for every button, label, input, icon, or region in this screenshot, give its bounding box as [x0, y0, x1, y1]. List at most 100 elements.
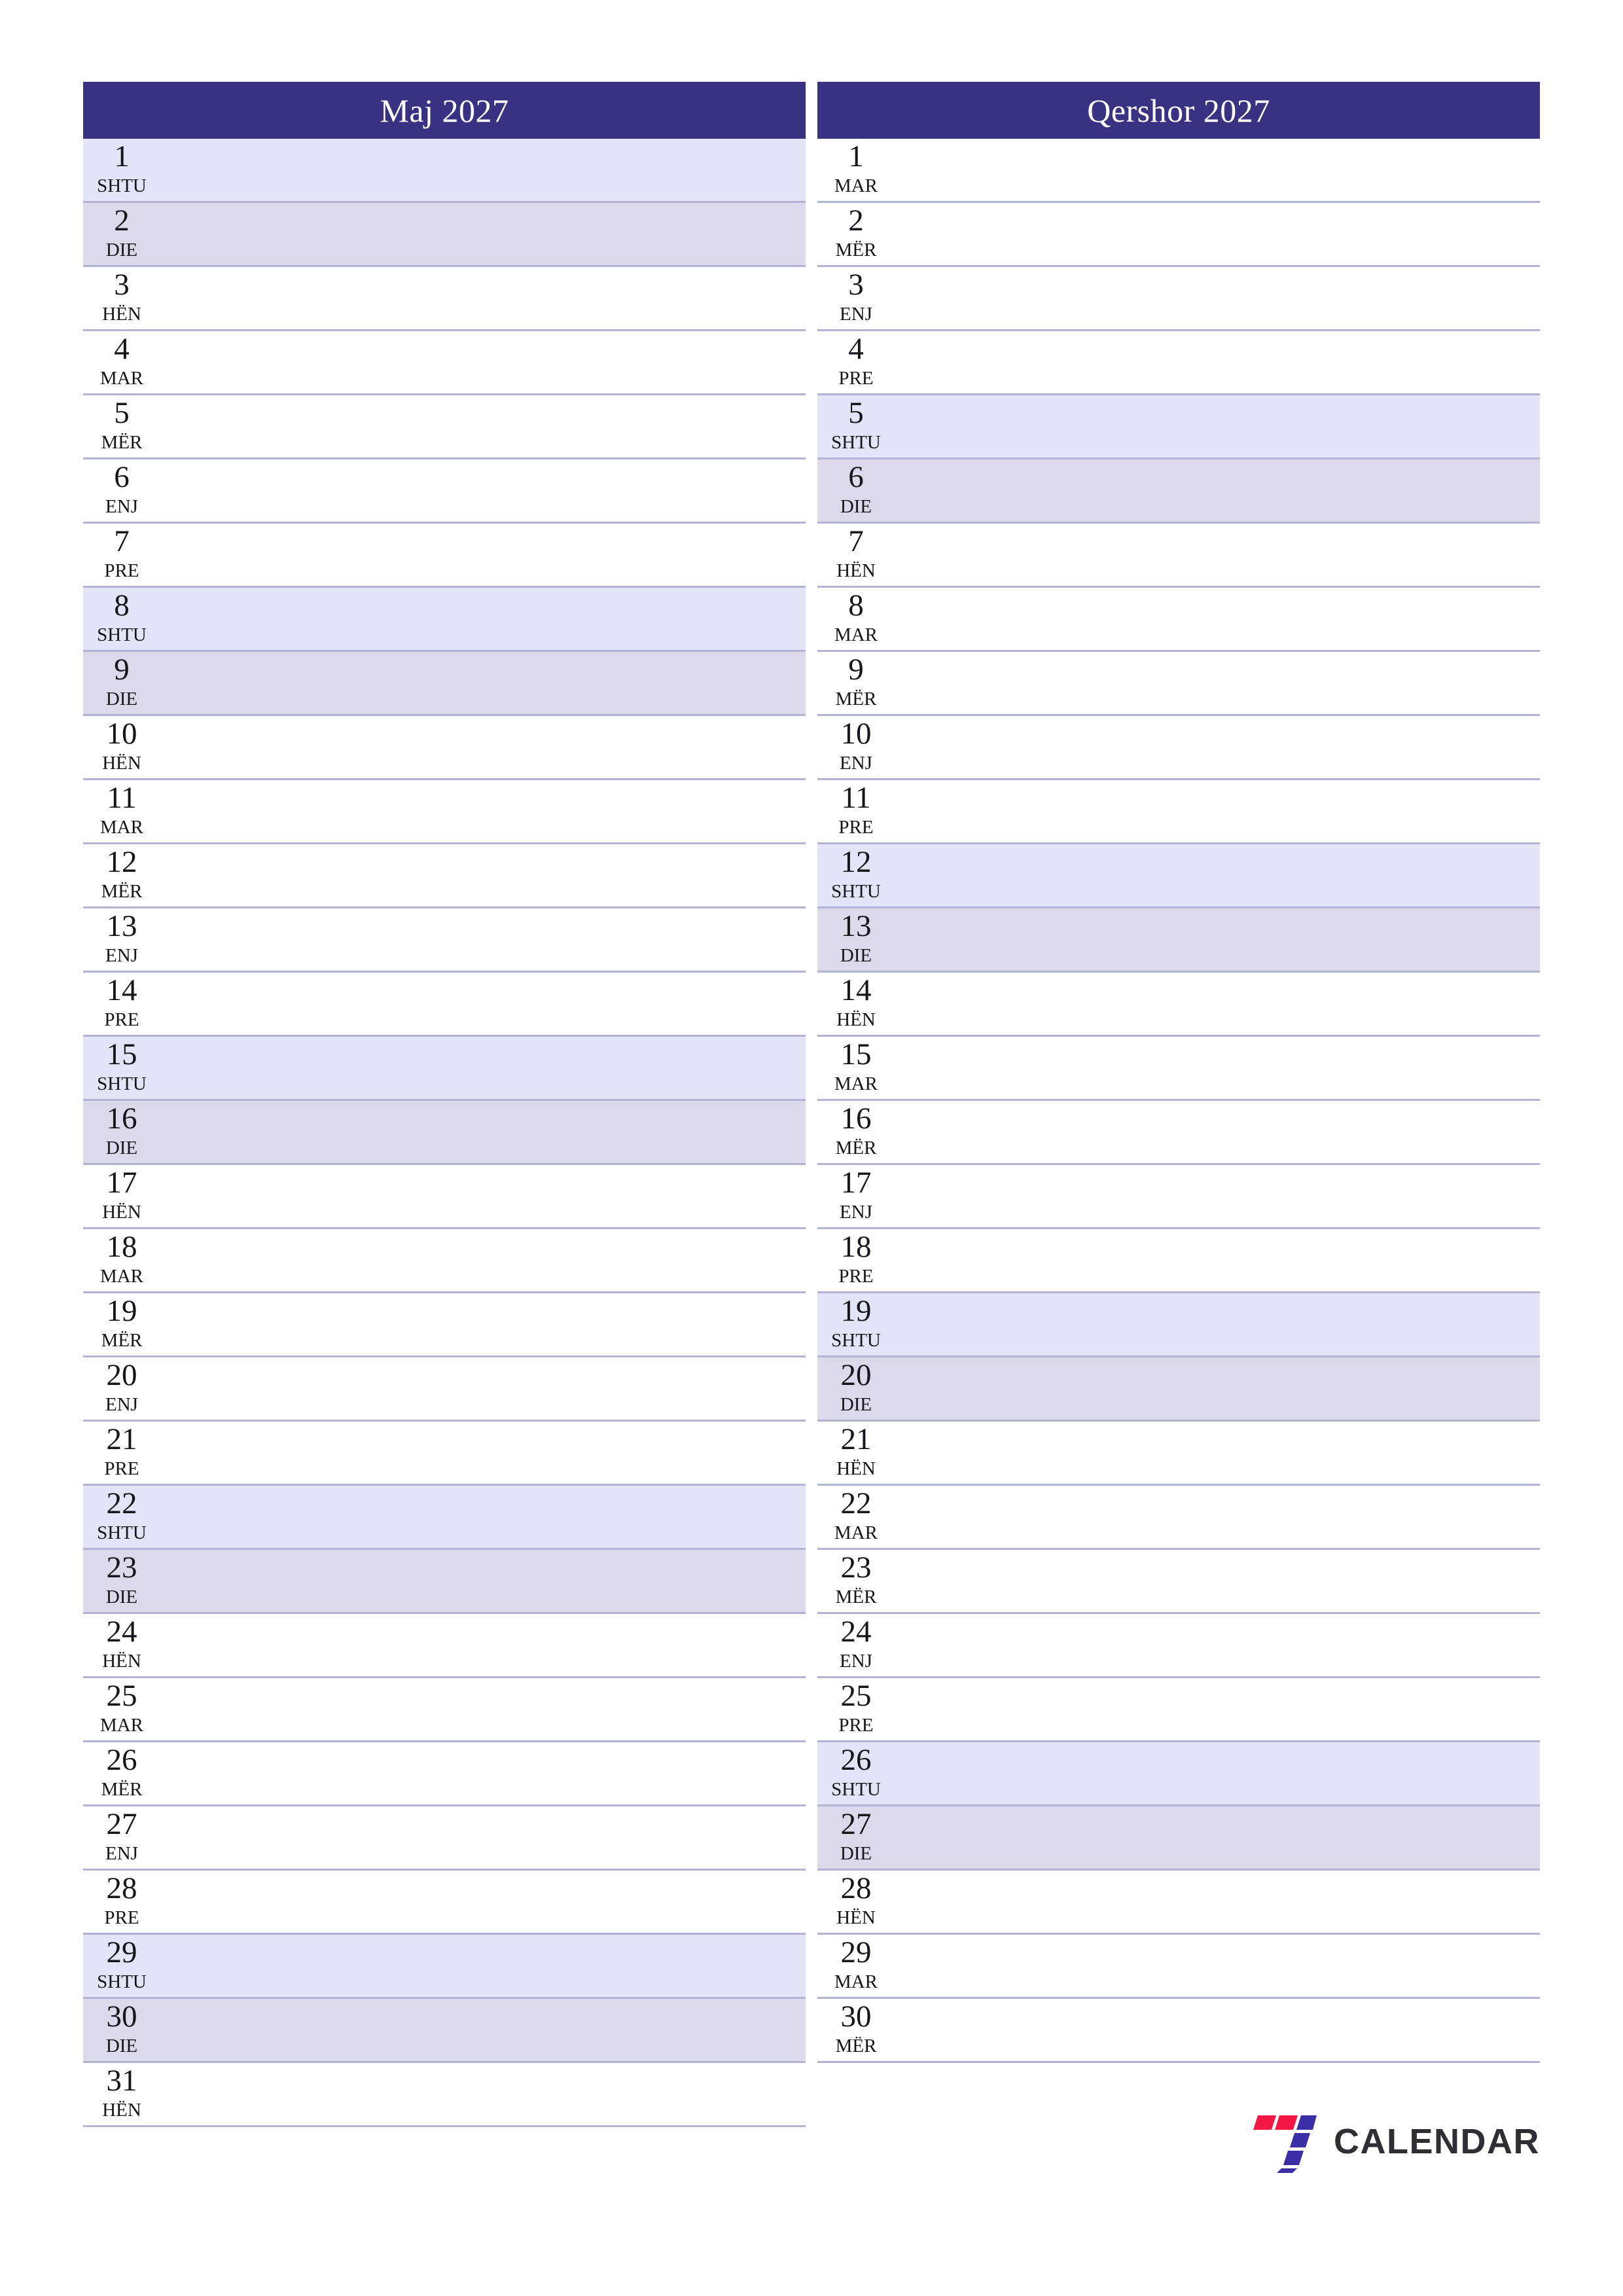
day-row[interactable]: 1 MAR: [817, 139, 1540, 203]
day-row[interactable]: 3 ENJ: [817, 267, 1540, 331]
day-row[interactable]: 20 DIE: [817, 1357, 1540, 1422]
day-weekday: MAR: [99, 817, 144, 838]
day-row[interactable]: 30 DIE: [83, 1999, 806, 2063]
day-weekday: SHTU: [831, 881, 881, 902]
day-list-left: 1 SHTU 2 DIE 3 HËN 4 MAR 5 MËR 6 ENJ 7 PRE 8 SHTU 9 DIE 10…: [83, 139, 806, 2127]
day-row[interactable]: 7 PRE: [83, 524, 806, 588]
day-row[interactable]: 24 HËN: [83, 1614, 806, 1678]
day-weekday: PRE: [104, 560, 139, 581]
day-row[interactable]: 10 HËN: [83, 716, 806, 780]
day-row[interactable]: 2 DIE: [83, 203, 806, 267]
day-row[interactable]: 6 ENJ: [83, 459, 806, 524]
day-row[interactable]: 25 MAR: [83, 1678, 806, 1742]
month-title-right: Qershor 2027: [1087, 92, 1270, 129]
day-weekday: ENJ: [105, 1843, 138, 1864]
logo-text: CALENDAR: [1334, 2122, 1540, 2161]
day-row[interactable]: 28 HËN: [817, 1871, 1540, 1935]
day-row[interactable]: 15 SHTU: [83, 1037, 806, 1101]
day-number: 15: [106, 1037, 137, 1071]
day-row[interactable]: 12 MËR: [83, 844, 806, 908]
day-row[interactable]: 26 SHTU: [817, 1742, 1540, 1806]
day-weekday: MËR: [101, 1330, 143, 1351]
day-weekday: HËN: [102, 304, 141, 325]
day-row[interactable]: 8 MAR: [817, 588, 1540, 652]
day-row[interactable]: 19 MËR: [83, 1293, 806, 1357]
day-number: 29: [840, 1935, 872, 1969]
day-row[interactable]: 14 PRE: [83, 973, 806, 1037]
day-number: 19: [106, 1294, 137, 1328]
day-number: 12: [106, 845, 137, 879]
day-row[interactable]: 22 SHTU: [83, 1486, 806, 1550]
day-row[interactable]: 21 HËN: [817, 1422, 1540, 1486]
day-row[interactable]: 10 ENJ: [817, 716, 1540, 780]
day-weekday: MËR: [835, 1138, 877, 1158]
day-row[interactable]: 31 HËN: [83, 2063, 806, 2127]
day-number: 19: [840, 1294, 872, 1328]
month-column-left: Maj 2027 1 SHTU 2 DIE 3 HËN 4 MAR 5 MËR 6 ENJ 7 PRE 8 S…: [83, 82, 806, 2127]
day-row[interactable]: 7 HËN: [817, 524, 1540, 588]
day-number: 21: [106, 1422, 137, 1456]
month-header-right: Qershor 2027: [817, 82, 1540, 139]
day-row[interactable]: 27 DIE: [817, 1806, 1540, 1871]
day-number: 6: [848, 460, 864, 494]
day-number: 9: [848, 653, 864, 687]
day-number: 6: [114, 460, 130, 494]
day-row[interactable]: 28 PRE: [83, 1871, 806, 1935]
day-number: 13: [840, 909, 872, 943]
day-row[interactable]: 4 MAR: [83, 331, 806, 395]
day-row[interactable]: 9 MËR: [817, 652, 1540, 716]
day-row[interactable]: 2 MËR: [817, 203, 1540, 267]
day-row[interactable]: 1 SHTU: [83, 139, 806, 203]
day-number: 17: [840, 1166, 872, 1200]
day-row[interactable]: 16 MËR: [817, 1101, 1540, 1165]
day-row[interactable]: 11 PRE: [817, 780, 1540, 844]
day-row[interactable]: 9 DIE: [83, 652, 806, 716]
day-row[interactable]: 23 MËR: [817, 1550, 1540, 1614]
day-row[interactable]: 4 PRE: [817, 331, 1540, 395]
day-row[interactable]: 13 ENJ: [83, 908, 806, 973]
day-row[interactable]: 13 DIE: [817, 908, 1540, 973]
day-row[interactable]: 15 MAR: [817, 1037, 1540, 1101]
day-row[interactable]: 21 PRE: [83, 1422, 806, 1486]
day-number: 15: [840, 1037, 872, 1071]
day-row[interactable]: 29 MAR: [817, 1935, 1540, 1999]
day-row[interactable]: 17 ENJ: [817, 1165, 1540, 1229]
day-number: 7: [114, 524, 130, 558]
day-row[interactable]: 19 SHTU: [817, 1293, 1540, 1357]
day-number: 11: [841, 781, 871, 815]
day-row[interactable]: 27 ENJ: [83, 1806, 806, 1871]
day-number: 22: [840, 1486, 872, 1520]
day-row[interactable]: 30 MËR: [817, 1999, 1540, 2063]
day-row[interactable]: 20 ENJ: [83, 1357, 806, 1422]
day-weekday: PRE: [838, 1715, 874, 1736]
day-weekday: PRE: [838, 1266, 874, 1287]
day-row[interactable]: 22 MAR: [817, 1486, 1540, 1550]
day-number: 28: [106, 1871, 137, 1905]
day-row[interactable]: 17 HËN: [83, 1165, 806, 1229]
day-number: 14: [106, 973, 137, 1007]
day-row[interactable]: 23 DIE: [83, 1550, 806, 1614]
day-row[interactable]: 14 HËN: [817, 973, 1540, 1037]
day-weekday: MËR: [101, 1779, 143, 1800]
day-row[interactable]: 29 SHTU: [83, 1935, 806, 1999]
day-weekday: SHTU: [831, 432, 881, 453]
day-row[interactable]: 18 PRE: [817, 1229, 1540, 1293]
day-number: 28: [840, 1871, 872, 1905]
day-number: 3: [848, 268, 864, 302]
day-row[interactable]: 11 MAR: [83, 780, 806, 844]
day-row[interactable]: 5 SHTU: [817, 395, 1540, 459]
day-weekday: DIE: [840, 945, 872, 966]
day-row[interactable]: 5 MËR: [83, 395, 806, 459]
day-row[interactable]: 18 MAR: [83, 1229, 806, 1293]
day-row[interactable]: 26 MËR: [83, 1742, 806, 1806]
day-row[interactable]: 24 ENJ: [817, 1614, 1540, 1678]
day-row[interactable]: 8 SHTU: [83, 588, 806, 652]
day-row[interactable]: 16 DIE: [83, 1101, 806, 1165]
day-row[interactable]: 3 HËN: [83, 267, 806, 331]
day-row[interactable]: 25 PRE: [817, 1678, 1540, 1742]
day-row[interactable]: 6 DIE: [817, 459, 1540, 524]
day-weekday: MËR: [101, 432, 143, 453]
day-number: 26: [106, 1743, 137, 1777]
day-number: 8: [848, 588, 864, 622]
day-row[interactable]: 12 SHTU: [817, 844, 1540, 908]
